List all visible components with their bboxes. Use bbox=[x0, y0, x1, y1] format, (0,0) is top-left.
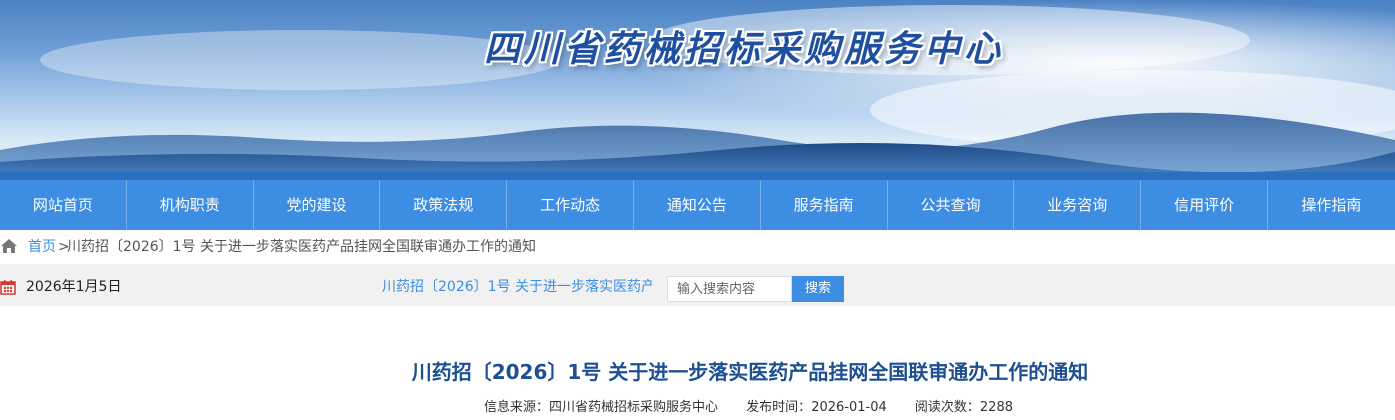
nav-item-guide[interactable]: 服务指南 bbox=[761, 180, 888, 230]
views-count: 2288 bbox=[979, 400, 1013, 415]
calendar-icon bbox=[0, 280, 16, 295]
breadcrumb-current: 川药招〔2026〕1号 关于进一步落实医药产品挂网全国联审通办工作的通知 bbox=[67, 239, 536, 255]
news-ticker-link[interactable]: 川药招〔2026〕1号 关于进一步落实医药产品挂网全国联审通办工作的通知 bbox=[382, 276, 652, 296]
nav-item-news[interactable]: 工作动态 bbox=[507, 180, 634, 230]
site-title: 四川省药械招标采购服务中心 bbox=[484, 28, 1005, 70]
nav-item-duties[interactable]: 机构职责 bbox=[127, 180, 254, 230]
nav-item-manual[interactable]: 操作指南 bbox=[1268, 180, 1395, 230]
views-label: 阅读次数： bbox=[914, 400, 980, 415]
breadcrumb-home-link[interactable]: 首页 bbox=[28, 230, 56, 264]
search-button[interactable]: 搜索 bbox=[792, 276, 844, 302]
nav-item-home[interactable]: 网站首页 bbox=[0, 180, 127, 230]
search-input[interactable] bbox=[667, 276, 792, 302]
nav-item-policy[interactable]: 政策法规 bbox=[380, 180, 508, 230]
nav-item-consult[interactable]: 业务咨询 bbox=[1014, 180, 1142, 230]
home-icon bbox=[1, 239, 17, 253]
current-date: 2026年1月5日 bbox=[26, 279, 122, 295]
main-nav: 网站首页 机构职责 党的建设 政策法规 工作动态 通知公告 服务指南 公共查询 … bbox=[0, 180, 1395, 230]
article-title: 川药招〔2026〕1号 关于进一步落实医药产品挂网全国联审通办工作的通知 bbox=[411, 360, 1089, 384]
header-banner: 四川省药械招标采购服务中心 bbox=[0, 0, 1395, 180]
publish-date: 2026-01-04 bbox=[811, 400, 887, 415]
publish-info: 发布时间：2026-01-04 bbox=[746, 400, 887, 415]
nav-item-party[interactable]: 党的建设 bbox=[254, 180, 381, 230]
publish-label: 发布时间： bbox=[746, 400, 812, 415]
source-info: 信息来源：四川省药械招标采购服务中心 bbox=[484, 400, 718, 415]
nav-item-query[interactable]: 公共查询 bbox=[888, 180, 1015, 230]
article-meta: 信息来源：四川省药械招标采购服务中心 发布时间：2026-01-04 阅读次数：… bbox=[484, 396, 1037, 415]
info-bar: 2026年1月5日 川药招〔2026〕1号 关于进一步落实医药产品挂网全国联审通… bbox=[0, 264, 1395, 306]
source-value: 四川省药械招标采购服务中心 bbox=[549, 400, 719, 415]
source-label: 信息来源： bbox=[484, 400, 550, 415]
breadcrumb: 首页 > 川药招〔2026〕1号 关于进一步落实医药产品挂网全国联审通办工作的通… bbox=[0, 230, 1395, 265]
nav-item-credit[interactable]: 信用评价 bbox=[1141, 180, 1268, 230]
views-info: 阅读次数：2288 bbox=[915, 400, 1013, 415]
nav-item-notices[interactable]: 通知公告 bbox=[634, 180, 761, 230]
